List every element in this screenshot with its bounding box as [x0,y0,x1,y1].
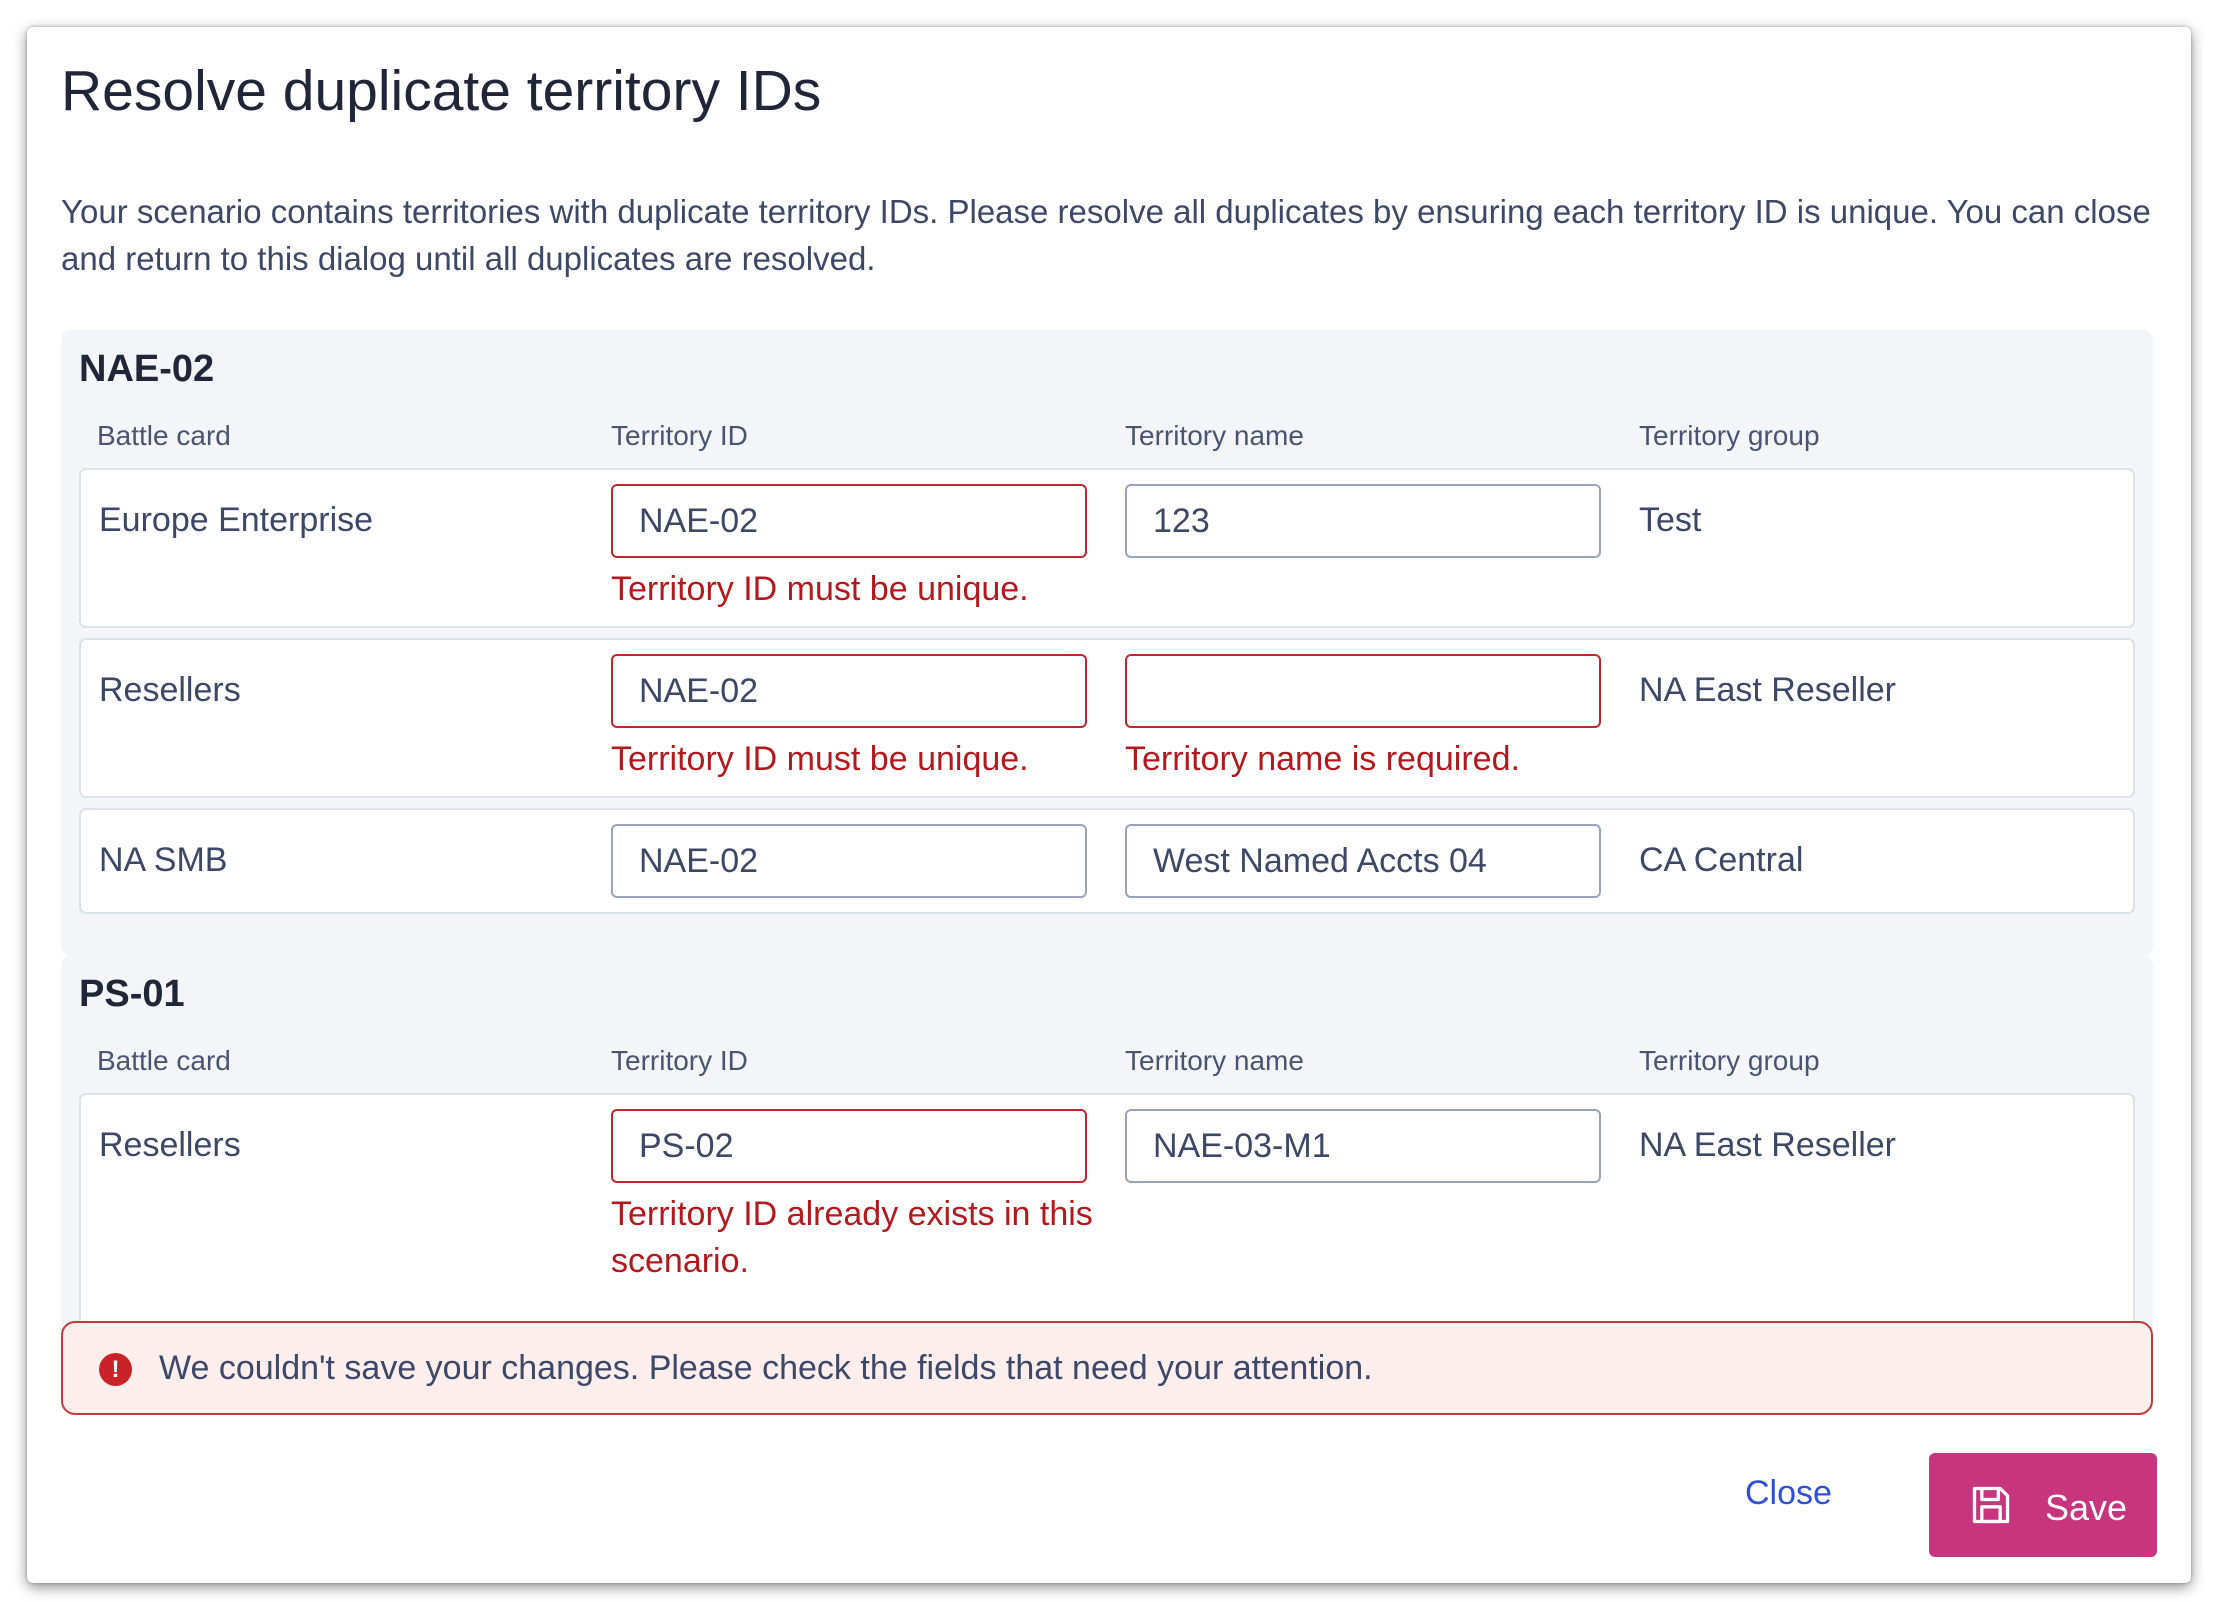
territory-id-error: Territory ID must be unique. [611,740,1029,778]
column-header-territory-name: Territory name [1125,420,1304,451]
territory-row: Resellers Territory ID must be unique. T… [79,638,2135,798]
duplicate-group-ps-01: PS-01 Battle card Territory ID Territory… [61,955,2153,1330]
territory-name-input[interactable] [1125,484,1601,558]
territory-group-name: NA East Reseller [1639,1126,1896,1164]
territory-row: Europe Enterprise Territory ID must be u… [79,468,2135,628]
dialog-description: Your scenario contains territories with … [61,193,2151,277]
battle-card-name: Resellers [99,671,241,709]
territory-group-name: Test [1639,501,1702,539]
group-title: NAE-02 [79,348,215,390]
save-error-alert: ! We couldn't save your changes. Please … [61,1321,2153,1415]
column-header-territory-group: Territory group [1639,1045,1820,1076]
territory-group-name: CA Central [1639,841,1804,879]
territory-id-error: Territory ID must be unique. [611,570,1029,608]
duplicates-list[interactable]: NAE-02 Battle card Territory ID Territor… [61,330,2153,1330]
territory-id-input[interactable] [611,824,1087,898]
floppy-disk-icon [1972,1486,2010,1524]
territory-group-name: NA East Reseller [1639,671,1896,709]
territory-id-input[interactable] [611,484,1087,558]
territory-id-input[interactable] [611,654,1087,728]
territory-name-input[interactable] [1125,1109,1601,1183]
territory-row: NA SMB CA Central [79,808,2135,914]
exclamation-circle-icon: ! [99,1353,132,1386]
close-button[interactable]: Close [1739,1473,1838,1514]
territory-id-error: Territory ID already exists in this scen… [611,1195,1093,1280]
dialog-title: Resolve duplicate territory IDs [61,59,822,123]
territory-name-input[interactable] [1125,824,1601,898]
group-title: PS-01 [79,973,185,1015]
battle-card-name: Europe Enterprise [99,501,374,539]
battle-card-name: Resellers [99,1126,241,1164]
column-header-territory-group: Territory group [1639,420,1820,451]
column-header-territory-name: Territory name [1125,1045,1304,1076]
save-button-label: Save [2045,1487,2128,1528]
territory-id-input[interactable] [611,1109,1087,1183]
territory-name-input[interactable] [1125,654,1601,728]
territory-row: Resellers Territory ID already exists in… [79,1093,2135,1330]
territory-name-error: Territory name is required. [1125,740,1520,778]
column-header-battle-card: Battle card [97,1045,231,1076]
alert-message: We couldn't save your changes. Please ch… [159,1349,1373,1387]
column-header-territory-id: Territory ID [611,1045,748,1076]
column-header-battle-card: Battle card [97,420,231,451]
duplicate-group-nae-02: NAE-02 Battle card Territory ID Territor… [61,330,2153,956]
battle-card-name: NA SMB [99,841,228,879]
column-header-territory-id: Territory ID [611,420,748,451]
save-button[interactable]: Save [1929,1453,2157,1557]
resolve-duplicates-dialog: Resolve duplicate territory IDs Your sce… [27,27,2191,1583]
